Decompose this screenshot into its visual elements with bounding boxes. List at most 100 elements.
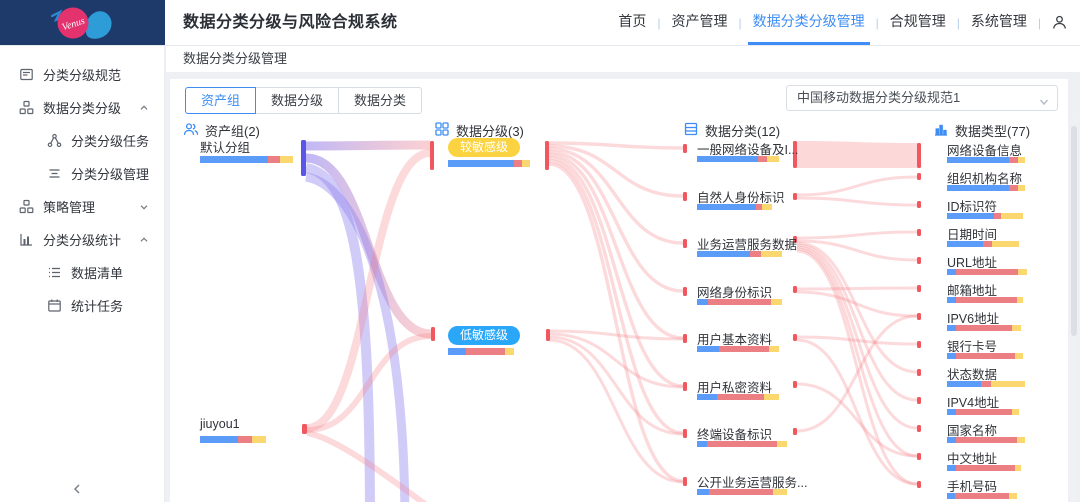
breadcrumb-bar: 数据分类分级管理 [166, 45, 1080, 73]
column-title: 数据类型(77) [955, 121, 1030, 140]
nav-item-1[interactable]: 首页 [613, 0, 651, 45]
column-title: 数据分类(12) [705, 121, 780, 140]
bar-segment [252, 436, 266, 443]
sidebar-item-label: 策略管理 [43, 197, 95, 216]
sankey-node-2-1[interactable]: 较敏感级 [448, 138, 520, 157]
nav-item-3[interactable]: 数据分类分级管理 [748, 0, 870, 45]
bar-segment [1001, 213, 1023, 219]
sidebar-item-label: 分类分级规范 [43, 65, 121, 84]
sidebar-item-label: 分类分级统计 [43, 230, 121, 249]
bar-segment [758, 156, 767, 162]
calendar-icon [47, 298, 62, 313]
bar-segment [983, 241, 992, 247]
nav-item-2[interactable]: 资产管理 [667, 0, 733, 45]
bar-segment [762, 204, 772, 210]
node-value-bar [947, 465, 1021, 471]
bar-segment [448, 160, 514, 167]
bar-segment [947, 437, 956, 443]
bar-segment [200, 436, 238, 443]
scrollbar-thumb[interactable] [1071, 126, 1077, 336]
template-select-value: 中国移动数据分类分级规范1 [797, 90, 960, 105]
sidebar-item-3[interactable]: 分类分级任务 [0, 124, 164, 157]
bar-segment [505, 348, 514, 355]
user-icon[interactable] [1051, 14, 1068, 31]
bar-segment [750, 251, 761, 257]
nav-item-4[interactable]: 合规管理 [885, 0, 951, 45]
bar-segment [947, 465, 956, 471]
node-value-bar [947, 353, 1023, 359]
chart-scrollbar[interactable] [1071, 118, 1077, 502]
spec-card-icon [19, 67, 34, 82]
sidebar-item-7[interactable]: 数据清单 [0, 256, 164, 289]
bar-segment [956, 325, 1012, 331]
bar-segment [994, 213, 1001, 219]
bar-segment [981, 381, 990, 387]
bar-segment [280, 156, 293, 163]
sankey-node-1-1[interactable]: 默认分组 [200, 137, 250, 156]
bar-segment [1018, 269, 1027, 275]
node-value-bar [947, 157, 1025, 163]
bar-segment [771, 299, 782, 305]
sankey-node-2-2[interactable]: 低敏感级 [448, 326, 520, 345]
node-value-bar [697, 394, 779, 400]
breadcrumb: 数据分类分级管理 [166, 45, 1080, 72]
bar-segment [947, 353, 956, 359]
nav-item-5[interactable]: 系统管理 [966, 0, 1032, 45]
bar-segment [697, 346, 719, 352]
sidebar-item-6[interactable]: 分类分级统计 [0, 223, 164, 256]
chevron-up-icon [138, 102, 150, 114]
sidebar-item-label: 数据清单 [71, 263, 123, 282]
cluster-icon [19, 100, 34, 115]
bar-segment [697, 441, 707, 447]
bar-segment [238, 436, 252, 443]
bar-segment [947, 297, 956, 303]
bar-segment [697, 489, 709, 495]
sidebar-item-5[interactable]: 策略管理 [0, 190, 164, 223]
cluster-icon [19, 199, 34, 214]
bar-segment [777, 441, 787, 447]
bar-segment [1018, 157, 1025, 163]
node-value-bar [200, 436, 266, 443]
column-header-4: 数据类型(77) [933, 121, 1030, 140]
sankey-chart: 资产组(2)默认分组jiuyou1数据分级(3)较敏感级低敏感级数据分类(12)… [165, 108, 1068, 502]
grid-icon [434, 123, 450, 139]
bar-segment [956, 465, 1015, 471]
bar-segment [1015, 465, 1021, 471]
top-nav: 首页|资产管理|数据分类分级管理|合规管理|系统管理| [613, 0, 1068, 45]
bar-segment [709, 489, 774, 495]
nav-separator: | [957, 16, 960, 30]
bar-segment [697, 156, 758, 162]
node-value-bar [697, 299, 782, 305]
bar-segment [992, 241, 1019, 247]
sankey-node-1-2[interactable]: jiuyou1 [200, 417, 240, 431]
users-icon [183, 123, 199, 139]
nav-separator: | [1038, 16, 1041, 30]
node-value-bar [947, 325, 1021, 331]
sidebar: 分类分级规范数据分类分级分类分级任务分类分级管理策略管理分类分级统计数据清单统计… [0, 45, 165, 502]
bar-segment [947, 213, 994, 219]
bar-segment [268, 156, 280, 163]
node-value-bar [448, 348, 514, 355]
bar-segment [764, 394, 779, 400]
sidebar-collapse-button[interactable] [70, 482, 84, 496]
sidebar-item-4[interactable]: 分类分级管理 [0, 157, 164, 190]
bar-segment [767, 156, 779, 162]
nav-separator: | [739, 16, 742, 30]
column-header-3: 数据分类(12) [683, 121, 780, 140]
node-value-bar [448, 160, 530, 167]
sidebar-item-2[interactable]: 数据分类分级 [0, 91, 164, 124]
sidebar-item-label: 数据分类分级 [43, 98, 121, 117]
sidebar-item-8[interactable]: 统计任务 [0, 289, 164, 322]
bar-segment [947, 409, 956, 415]
sidebar-item-label: 统计任务 [71, 296, 123, 315]
share-icon [47, 133, 62, 148]
sidebar-item-1[interactable]: 分类分级规范 [0, 58, 164, 91]
app-root: Venus 数据分类分级与风险合规系统 首页|资产管理|数据分类分级管理|合规管… [0, 0, 1080, 502]
node-value-bar [697, 346, 779, 352]
bar-segment [947, 269, 956, 275]
node-value-bar [697, 156, 779, 162]
bar-segment [707, 441, 777, 447]
node-value-bar [947, 297, 1023, 303]
top-bar: Venus 数据分类分级与风险合规系统 首页|资产管理|数据分类分级管理|合规管… [0, 0, 1080, 46]
bar-segment [1009, 157, 1018, 163]
